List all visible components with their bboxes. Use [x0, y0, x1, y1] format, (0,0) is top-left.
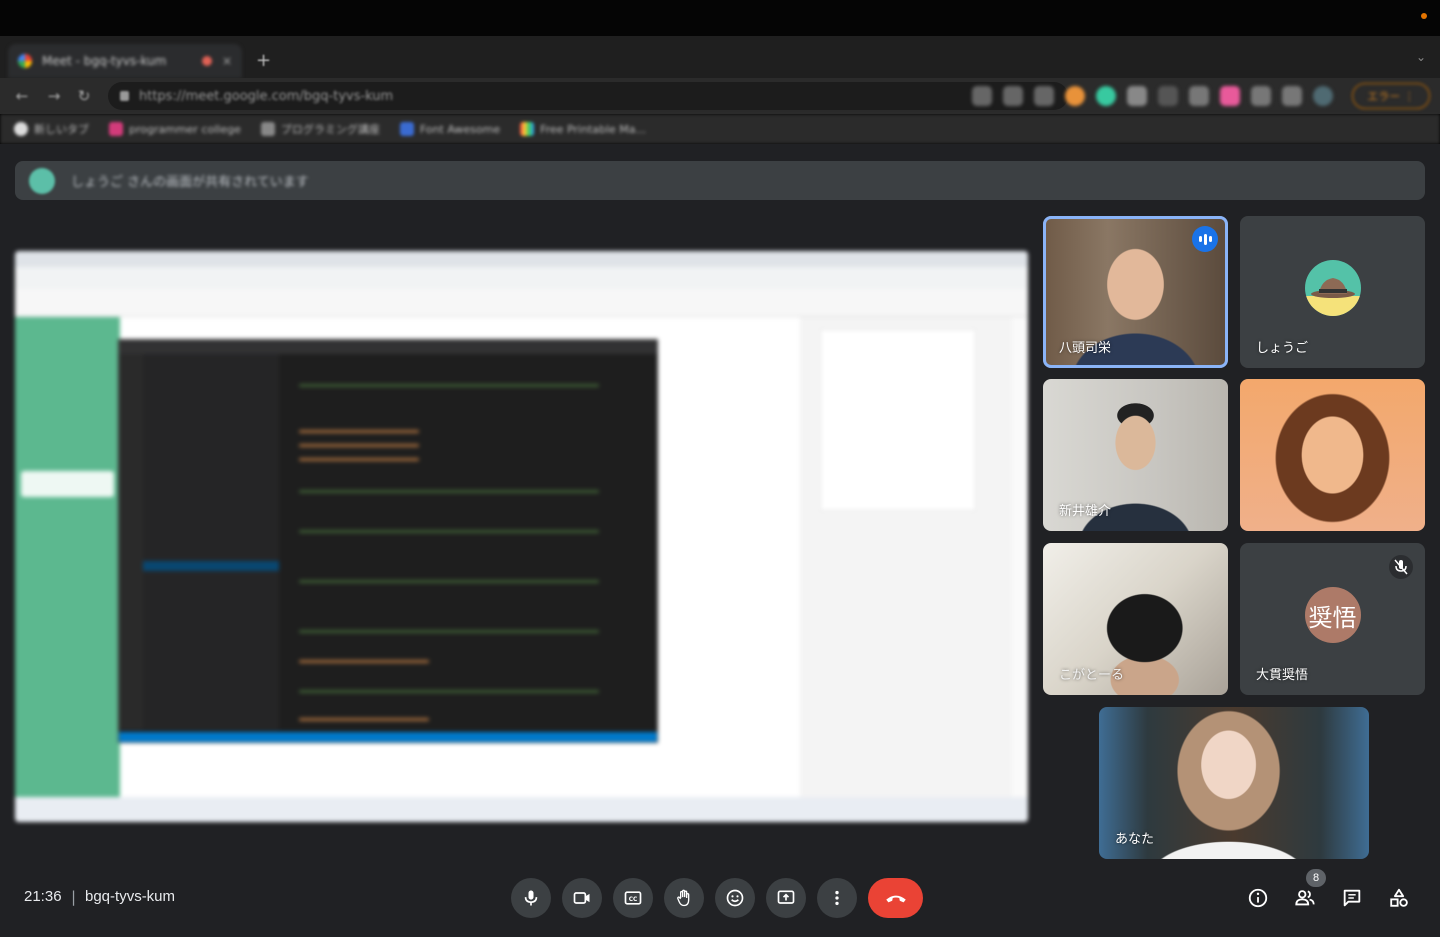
shared-code-editor	[118, 339, 658, 743]
camera-button[interactable]	[562, 878, 602, 918]
bookmark-item[interactable]: Free Printable Ma...	[520, 122, 646, 136]
meet-stage: しょうご さんの画面が共有されています 八頭司栄 しょうご 新井雄介 こがとーる…	[0, 144, 1440, 937]
hand-icon	[677, 889, 690, 907]
captions-icon: CC	[624, 891, 642, 905]
microphone-button[interactable]	[511, 878, 551, 918]
chat-icon	[1343, 889, 1361, 907]
extension-gray-icon[interactable]	[1127, 86, 1147, 106]
participant-name: 大貫奨悟	[1256, 668, 1309, 683]
meeting-details-button[interactable]	[1245, 885, 1271, 911]
extension-icons	[972, 86, 1333, 106]
shared-toc	[820, 329, 976, 511]
more-vert-icon	[835, 890, 839, 906]
extension-green-icon[interactable]	[1096, 86, 1116, 106]
shared-taskbar	[15, 797, 1028, 822]
shared-address-bar	[15, 267, 1028, 289]
bookmark-item[interactable]: 新しいタブ	[14, 121, 89, 137]
participant-name: 八頭司栄	[1059, 341, 1112, 356]
participant-tile[interactable]: 八頭司栄	[1043, 216, 1228, 368]
participant-avatar	[1304, 260, 1361, 316]
people-icon	[1295, 890, 1315, 906]
extension-icon-5[interactable]	[1158, 86, 1178, 106]
info-icon	[1248, 888, 1268, 908]
emoji-icon	[726, 889, 744, 907]
microphone-icon	[524, 890, 538, 906]
extensions-puzzle-icon[interactable]	[1251, 86, 1271, 106]
screen-share-banner: しょうご さんの画面が共有されています	[15, 161, 1425, 200]
share-icon[interactable]	[1003, 86, 1023, 106]
participant-tile[interactable]: こがとーる	[1043, 543, 1228, 695]
tab-search-chevron-icon[interactable]: ⌄	[1416, 50, 1426, 64]
new-tab-button[interactable]: +	[256, 50, 271, 71]
shared-screen	[15, 251, 1028, 822]
tab-close-icon[interactable]: ×	[222, 54, 232, 68]
side-panel-icon[interactable]	[1282, 86, 1302, 106]
profile-avatar-icon[interactable]	[1313, 86, 1333, 106]
hang-up-icon	[885, 895, 906, 903]
browser-toolbar: ← → ↻ https://meet.google.com/bgq-tyvs-k…	[0, 78, 1440, 114]
participant-tile[interactable]: しょうご	[1240, 216, 1425, 368]
reload-button[interactable]: ↻	[68, 87, 100, 105]
raise-hand-button[interactable]	[664, 878, 704, 918]
people-count-badge: 8	[1306, 869, 1326, 887]
participant-name: あなた	[1115, 832, 1155, 847]
address-url: https://meet.google.com/bgq-tyvs-kum	[139, 88, 394, 104]
current-time: 21:36	[24, 888, 62, 905]
hat-avatar-icon	[1304, 278, 1361, 316]
chat-button[interactable]	[1339, 885, 1365, 911]
recording-indicator-dot	[1421, 13, 1427, 19]
activities-button[interactable]	[1386, 885, 1412, 911]
participant-tile[interactable]: 新井雄介	[1043, 379, 1228, 531]
browser-tab-meet[interactable]: Meet - bgq-tyvs-kum ×	[8, 44, 242, 78]
separator: |	[71, 888, 77, 906]
camera-icon[interactable]	[972, 86, 992, 106]
people-button[interactable]	[1292, 885, 1318, 911]
participant-name: 新井雄介	[1059, 504, 1112, 519]
bookmark-item[interactable]: Font Awesome	[399, 122, 500, 136]
tab-recording-icon	[201, 56, 212, 66]
shared-right-panel	[800, 317, 1012, 797]
meet-favicon-icon	[18, 54, 32, 68]
participant-name: こがとーる	[1059, 668, 1125, 683]
self-view-tile[interactable]: あなた	[1099, 707, 1369, 859]
participant-tile[interactable]: 奨悟 大貫奨悟	[1240, 543, 1425, 695]
captions-button[interactable]: CC	[613, 878, 653, 918]
shared-sidebar	[15, 317, 120, 797]
bookmark-item[interactable]: programmer college	[109, 122, 241, 136]
svg-text:CC: CC	[629, 897, 638, 903]
screen-top-strip	[0, 0, 1440, 36]
reactions-button[interactable]	[715, 878, 755, 918]
meeting-code: bgq-tyvs-kum	[85, 888, 176, 905]
present-screen-icon	[777, 890, 795, 904]
extension-icon-6[interactable]	[1189, 86, 1209, 106]
meet-control-bar: 21:36 | bgq-tyvs-kum CC 8	[0, 857, 1440, 937]
present-screen-button[interactable]	[766, 878, 806, 918]
bookmark-star-icon[interactable]	[1034, 86, 1054, 106]
presenter-avatar	[29, 167, 55, 194]
extension-orange-icon[interactable]	[1065, 86, 1085, 106]
screen-share-text: しょうご さんの画面が共有されています	[71, 175, 309, 190]
tab-title: Meet - bgq-tyvs-kum	[42, 54, 167, 68]
mic-off-icon	[1389, 555, 1413, 579]
extension-pink-icon[interactable]	[1220, 86, 1240, 106]
camera-icon	[573, 892, 590, 904]
bookmarks-bar: 新しいタブ programmer college プログラミング講座 Font …	[0, 114, 1440, 144]
participant-name: しょうご	[1256, 341, 1309, 356]
speaking-indicator-icon	[1192, 226, 1218, 252]
participant-tile[interactable]	[1240, 379, 1425, 531]
forward-button[interactable]: →	[38, 87, 70, 105]
browser-tab-bar: Meet - bgq-tyvs-kum × + ⌄	[0, 36, 1440, 78]
shared-app-header	[15, 289, 1028, 317]
back-button[interactable]: ←	[6, 87, 38, 105]
lock-icon	[120, 91, 129, 101]
shapes-icon	[1390, 888, 1408, 907]
shared-browser-tabs	[15, 251, 1028, 267]
participant-initials-avatar: 奨悟	[1304, 587, 1361, 643]
more-options-button[interactable]	[817, 878, 857, 918]
update-button[interactable]: エラー ⋮	[1352, 83, 1430, 109]
address-bar[interactable]: https://meet.google.com/bgq-tyvs-kum	[108, 82, 1068, 110]
bookmark-item[interactable]: プログラミング講座	[260, 121, 380, 137]
leave-call-button[interactable]	[868, 878, 923, 918]
